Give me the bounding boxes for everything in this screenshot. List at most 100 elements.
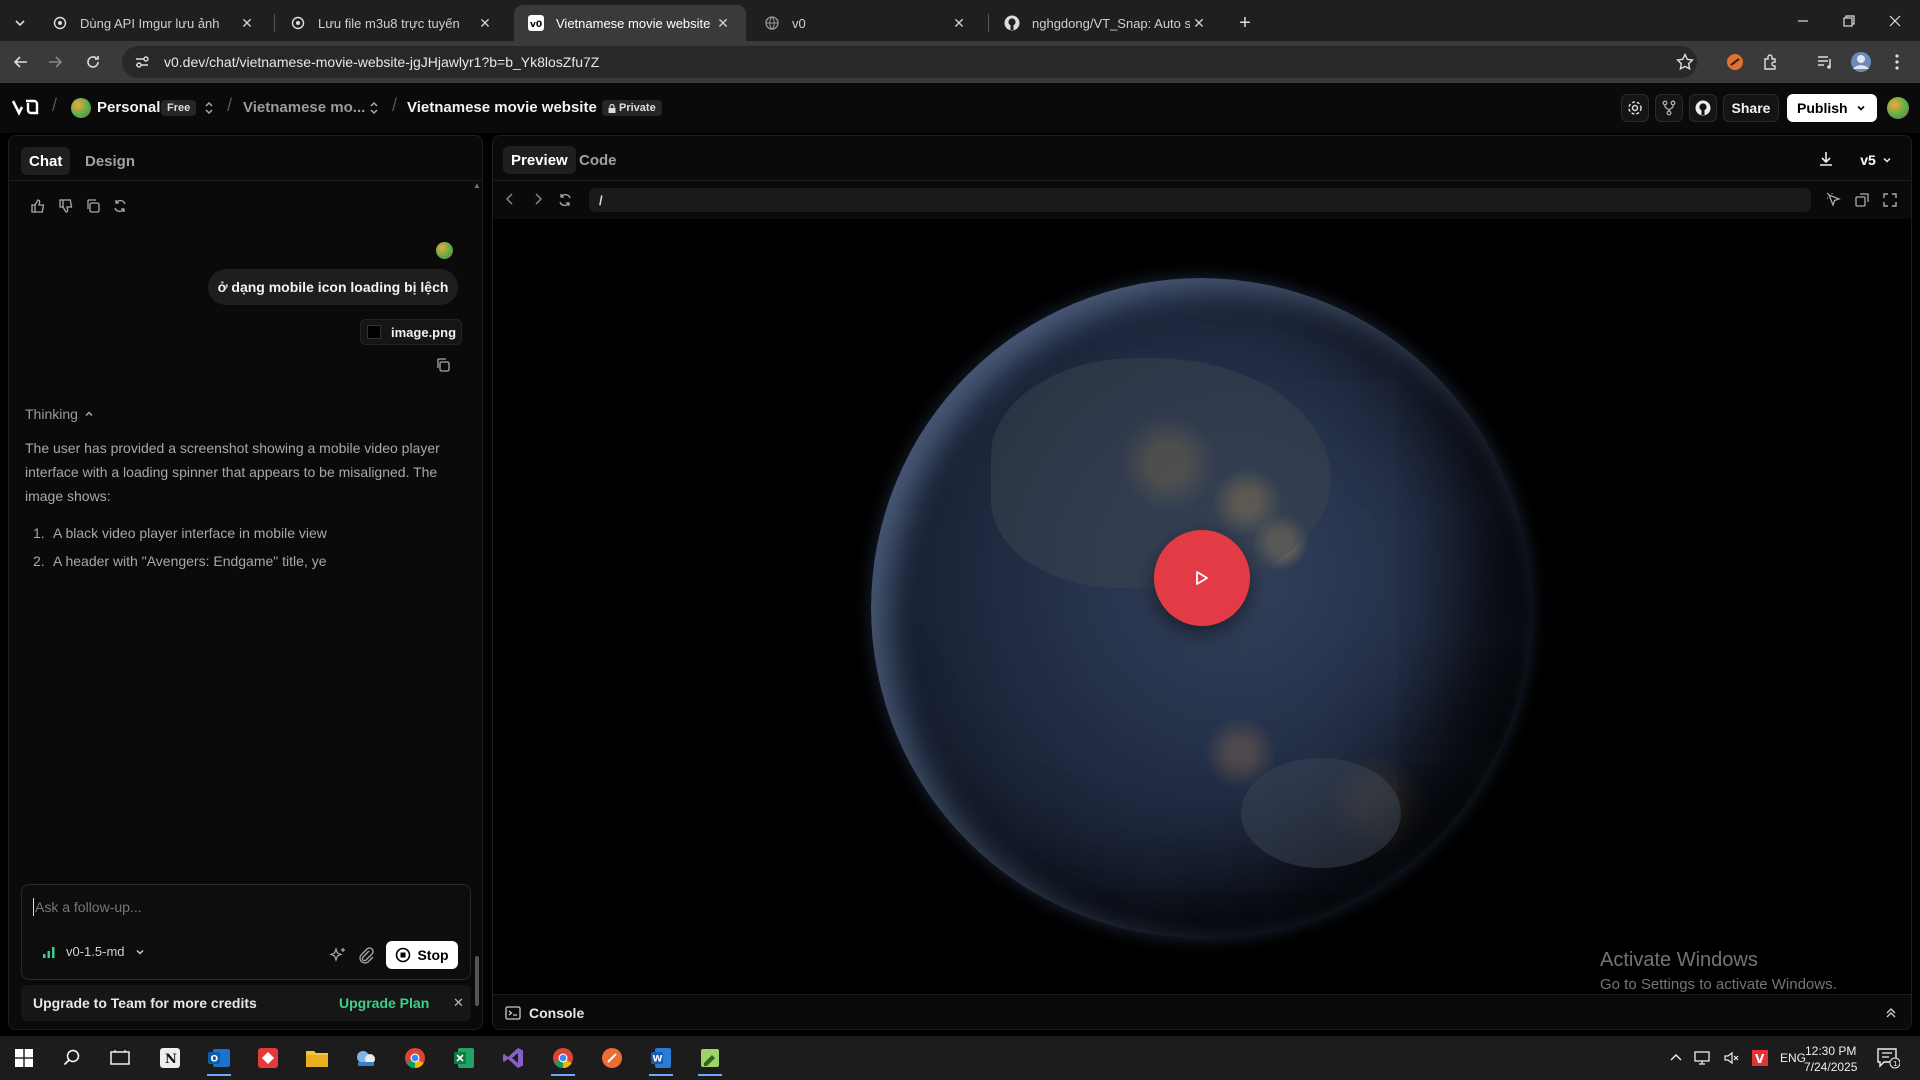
svg-text:V: V (1755, 1052, 1765, 1066)
fullscreen-icon[interactable] (1882, 192, 1898, 213)
v0-logo[interactable] (11, 98, 40, 121)
chat-composer[interactable]: Ask a follow-up... v0-1.5-md Stop (21, 884, 471, 980)
attachment-chip[interactable]: image.png (360, 319, 462, 345)
reload-button[interactable] (78, 47, 108, 77)
thinking-toggle[interactable]: Thinking (25, 406, 94, 422)
project-switcher-icon[interactable] (369, 100, 379, 121)
tab-code[interactable]: Code (571, 146, 625, 174)
preview-reload-icon[interactable] (557, 192, 573, 213)
windows-start-icon[interactable] (4, 1040, 44, 1076)
word-icon[interactable]: W (641, 1040, 681, 1076)
close-icon[interactable]: ✕ (950, 14, 968, 32)
copy-message-icon[interactable] (435, 357, 451, 378)
publish-button[interactable]: Publish (1787, 94, 1877, 122)
download-icon[interactable] (1817, 150, 1835, 173)
app-header: / Personal Free / Vietnamese mo... / Vie… (0, 83, 1920, 133)
upgrade-plan-link[interactable]: Upgrade Plan (339, 995, 429, 1011)
sparkles-icon[interactable] (329, 946, 347, 969)
site-info-icon[interactable] (134, 54, 150, 70)
forward-button[interactable] (40, 47, 70, 77)
stop-button[interactable]: Stop (386, 941, 458, 969)
profile-avatar[interactable] (1848, 49, 1874, 75)
model-selector[interactable]: v0-1.5-md (42, 944, 145, 959)
notepad-plus-icon[interactable] (690, 1040, 730, 1076)
file-explorer-icon[interactable] (297, 1040, 337, 1076)
scroll-up-arrow[interactable]: ▲ (473, 181, 481, 190)
play-button[interactable] (1154, 530, 1250, 626)
browser-tab[interactable]: v0 ✕ (750, 5, 982, 41)
preview-forward-icon[interactable] (531, 192, 545, 211)
preview-path-input[interactable]: / (589, 188, 1811, 212)
browser-tab[interactable]: nghgdong/VT_Snap: Auto scre ✕ (990, 5, 1222, 41)
version-selector[interactable]: v5 (1851, 147, 1901, 173)
play-icon (1196, 571, 1208, 585)
github-button[interactable] (1689, 94, 1717, 122)
workspace-switcher-icon[interactable] (204, 100, 214, 121)
settings-button[interactable] (1621, 94, 1649, 122)
search-icon[interactable] (52, 1040, 92, 1076)
clock-time: 12:30 PM (1805, 1044, 1857, 1058)
back-button[interactable] (6, 47, 36, 77)
close-icon[interactable]: ✕ (476, 14, 494, 32)
tab-chat[interactable]: Chat (21, 147, 71, 175)
github-icon (1004, 15, 1020, 31)
user-avatar[interactable] (1887, 97, 1909, 119)
browser-menu-icon[interactable] (1884, 49, 1910, 75)
extension-icon[interactable] (1722, 49, 1748, 75)
puzzle-icon[interactable] (1758, 49, 1784, 75)
close-icon[interactable]: ✕ (453, 995, 464, 1011)
tab-search-button[interactable] (4, 5, 36, 41)
close-icon[interactable]: ✕ (238, 14, 256, 32)
tab-design[interactable]: Design (77, 147, 143, 175)
notion-icon[interactable]: N (150, 1040, 190, 1076)
close-icon[interactable]: ✕ (1190, 14, 1208, 32)
task-view-icon[interactable] (100, 1040, 140, 1076)
vietnamese-input-icon[interactable]: V (1752, 1050, 1768, 1066)
preview-url-row: / (493, 181, 1911, 219)
new-tab-button[interactable]: + (1230, 5, 1260, 41)
fork-button[interactable] (1655, 94, 1683, 122)
project-name[interactable]: Vietnamese mo... (243, 99, 365, 116)
outlook-icon[interactable]: O (199, 1040, 239, 1076)
notification-center-icon[interactable]: 1 (1876, 1047, 1901, 1074)
media-control-icon[interactable] (1812, 49, 1838, 75)
system-clock[interactable]: 12:30 PM 7/24/2025 (1804, 1043, 1857, 1075)
preview-back-icon[interactable] (503, 192, 517, 211)
browser-tab-active[interactable]: v0 Vietnamese movie website - v0 ✕ (514, 5, 746, 41)
tab-preview[interactable]: Preview (503, 146, 576, 174)
share-button[interactable]: Share (1723, 94, 1779, 122)
address-bar[interactable]: v0.dev/chat/vietnamese-movie-website-jgJ… (122, 46, 1697, 78)
paperclip-icon[interactable] (358, 946, 374, 969)
chevron-up-icon[interactable] (1670, 1053, 1682, 1063)
follow-up-input[interactable]: Ask a follow-up... (35, 899, 142, 915)
inspect-cursor-icon[interactable] (1826, 192, 1842, 213)
remote-app-icon[interactable] (346, 1040, 386, 1076)
minimize-button[interactable] (1780, 0, 1826, 41)
browser-tab[interactable]: Lưu file m3u8 trực tuyến ✕ (276, 5, 508, 41)
visual-studio-icon[interactable] (493, 1040, 533, 1076)
chat-scrollbar[interactable] (475, 956, 479, 1006)
regenerate-icon[interactable] (110, 196, 130, 216)
speaker-muted-icon[interactable] (1724, 1051, 1740, 1065)
bookmark-star-icon[interactable] (1672, 49, 1698, 75)
console-bar[interactable]: Console (493, 994, 1911, 1029)
chat-title[interactable]: Vietnamese movie website (407, 99, 597, 116)
input-language[interactable]: ENG (1780, 1051, 1806, 1065)
copy-icon[interactable] (83, 196, 103, 216)
chrome-active-icon[interactable] (543, 1040, 583, 1076)
open-new-window-icon[interactable] (1854, 192, 1870, 213)
australia-landmass (1241, 758, 1401, 868)
restore-button[interactable] (1826, 0, 1872, 41)
network-icon[interactable] (1694, 1051, 1712, 1065)
postman-icon[interactable] (592, 1040, 632, 1076)
close-window-button[interactable] (1872, 0, 1918, 41)
thumbs-up-icon[interactable] (28, 196, 48, 216)
chrome-icon[interactable] (395, 1040, 435, 1076)
browser-tab[interactable]: Dùng API Imgur lưu ảnh ✕ (38, 5, 270, 41)
thumbs-down-icon[interactable] (56, 196, 76, 216)
close-icon[interactable]: ✕ (714, 14, 732, 32)
workspace-name[interactable]: Personal (97, 99, 160, 116)
excel-icon[interactable] (444, 1040, 484, 1076)
windows-activation-watermark: Activate Windows Go to Settings to activ… (1600, 949, 1837, 993)
anydesk-icon[interactable] (248, 1040, 288, 1076)
